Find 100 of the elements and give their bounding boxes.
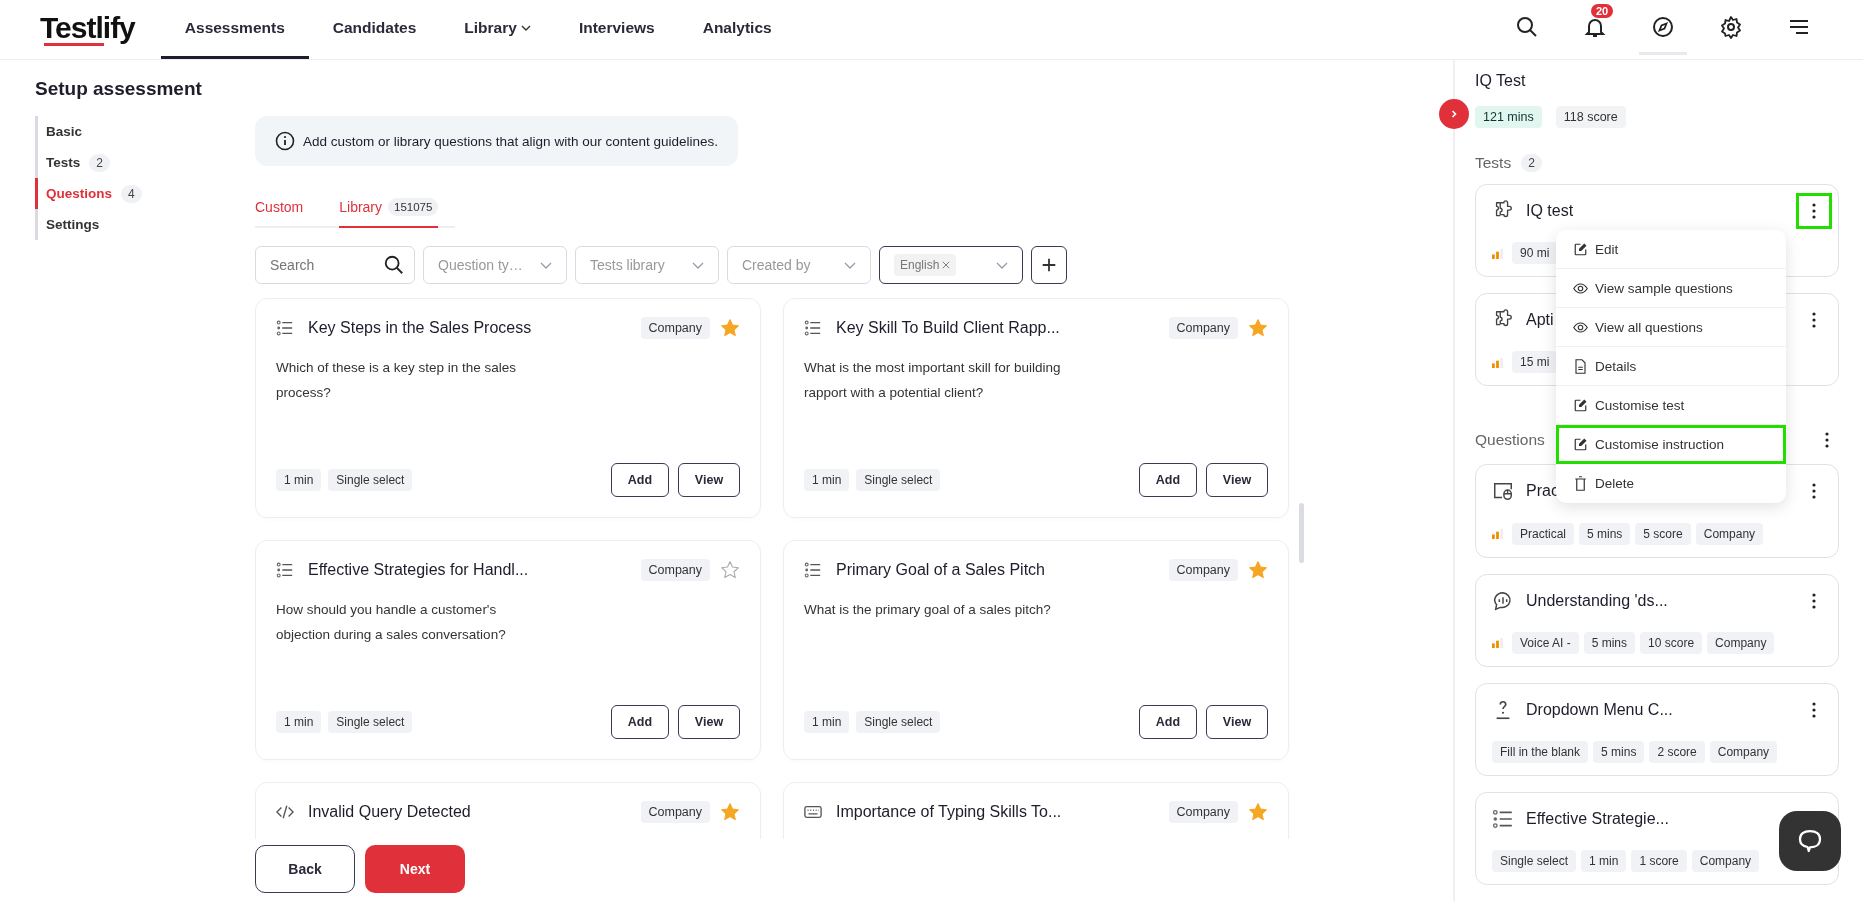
menu-item[interactable]: View sample questions xyxy=(1556,269,1786,308)
scrollbar[interactable] xyxy=(1299,503,1304,563)
kebab-icon xyxy=(1812,701,1816,718)
chip: Fill in the blank xyxy=(1492,740,1589,763)
question-title: Importance of Typing Skills To... xyxy=(836,803,1063,821)
company-tag: Company xyxy=(640,559,710,581)
edit-icon xyxy=(1573,241,1588,257)
chip: Single select xyxy=(856,469,941,491)
document-icon xyxy=(1573,358,1588,374)
chip: 1 min xyxy=(1581,850,1627,873)
chevron-down-icon xyxy=(692,261,704,269)
kebab-icon xyxy=(1812,592,1816,609)
notifications-button[interactable]: 20 xyxy=(1571,4,1619,55)
chip: Practical xyxy=(1512,522,1574,545)
chip: 10 score xyxy=(1640,631,1703,654)
language-tag: English xyxy=(894,254,957,276)
tab[interactable]: Library 151075 xyxy=(339,188,439,228)
kebab-icon xyxy=(1825,432,1829,449)
chevron-down-icon xyxy=(996,261,1008,269)
star-filled-icon[interactable] xyxy=(720,802,740,822)
add-button[interactable]: Add xyxy=(1139,463,1197,497)
add-button[interactable]: Add xyxy=(611,705,669,739)
code-icon xyxy=(276,803,294,821)
question-title: Invalid Query Detected xyxy=(308,803,472,821)
chevron-down-icon xyxy=(844,261,856,269)
chip: 1 min xyxy=(276,711,322,733)
menu-item[interactable]: Customise test xyxy=(1556,386,1786,425)
nav-link[interactable]: Library xyxy=(440,0,555,59)
next-button[interactable]: Next xyxy=(365,845,465,893)
info-text: Add custom or library questions that align with our content guidelines. xyxy=(303,133,718,149)
section-label: Tests xyxy=(1475,154,1512,172)
question-title: Effective Strategie... xyxy=(1526,809,1669,828)
chip: Company xyxy=(1707,631,1775,654)
search-icon xyxy=(1515,14,1539,39)
company-tag: Company xyxy=(1168,317,1238,339)
trash-icon xyxy=(1573,476,1588,491)
nav-link[interactable]: Analytics xyxy=(678,0,796,59)
chip: 1 min xyxy=(804,711,850,733)
question-title: Primary Goal of a Sales Pitch xyxy=(836,561,1046,579)
kebab-icon xyxy=(1812,483,1816,500)
language-dropdown[interactable]: English xyxy=(879,246,1023,284)
question-title: Understanding 'ds... xyxy=(1526,591,1668,610)
chip: Company xyxy=(1709,740,1778,763)
page-title: Setup assessment xyxy=(35,78,203,100)
chip: Company xyxy=(1695,522,1764,545)
star-filled-icon[interactable] xyxy=(1248,560,1268,580)
star-filled-icon[interactable] xyxy=(1248,318,1268,338)
notification-count: 20 xyxy=(1591,4,1614,18)
back-button[interactable]: Back xyxy=(255,845,355,893)
list-icon xyxy=(804,319,822,337)
tab[interactable]: Custom xyxy=(255,188,304,228)
screen-icon xyxy=(1492,480,1514,503)
view-button[interactable]: View xyxy=(678,463,740,497)
settings-icon xyxy=(1719,14,1743,39)
star-filled-icon[interactable] xyxy=(1248,802,1268,822)
question-title: Key Skill To Build Client Rapp... xyxy=(836,319,1061,337)
menu-item[interactable]: Delete xyxy=(1556,464,1786,503)
step-item[interactable]: Settings xyxy=(35,209,255,240)
nav-link[interactable]: Interviews xyxy=(554,0,679,59)
view-button[interactable]: View xyxy=(1206,705,1268,739)
chat-button[interactable] xyxy=(1779,811,1841,871)
logo[interactable]: Testlify xyxy=(40,13,135,46)
collapse-button[interactable] xyxy=(1439,99,1469,129)
add-button[interactable]: Add xyxy=(1139,705,1197,739)
nav-link[interactable]: Assessments xyxy=(160,0,309,59)
nav-link[interactable]: Candidates xyxy=(308,0,441,59)
star-outline-icon[interactable] xyxy=(720,560,740,580)
star-filled-icon[interactable] xyxy=(720,318,740,338)
add-button[interactable]: Add xyxy=(611,463,669,497)
chip: Single select xyxy=(328,469,413,491)
add-button[interactable] xyxy=(1031,246,1067,284)
summary-chip: 121 mins xyxy=(1475,106,1542,128)
tests-count: 2 xyxy=(1521,154,1542,172)
section-label: Questions xyxy=(1475,431,1545,450)
test-title: IQ test xyxy=(1526,202,1574,220)
edit-icon xyxy=(1573,397,1588,413)
list-icon xyxy=(804,561,822,579)
menu-item[interactable]: View all questions xyxy=(1556,308,1786,347)
search-field[interactable]: Search xyxy=(255,246,415,284)
step-count: 4 xyxy=(121,184,142,203)
keyboard-icon xyxy=(804,803,822,821)
company-tag: Company xyxy=(640,317,710,339)
view-button[interactable]: View xyxy=(1206,463,1268,497)
chip: 5 score xyxy=(1635,522,1691,545)
chip: Single select xyxy=(1492,850,1577,873)
step-item[interactable]: Questions 4 xyxy=(35,178,255,209)
question-text: What is the primary goal of a sales pitch? xyxy=(804,601,1052,619)
menu-item[interactable]: Details xyxy=(1556,347,1786,386)
menu-item[interactable]: Customise instruction xyxy=(1556,425,1786,464)
kebab-icon xyxy=(1812,203,1816,219)
chip: 90 mi xyxy=(1512,242,1558,265)
test-title: Apti xyxy=(1526,311,1554,330)
menu-item[interactable]: Edit xyxy=(1556,230,1786,269)
view-button[interactable]: View xyxy=(678,705,740,739)
list-icon xyxy=(1492,807,1514,830)
chip: Single select xyxy=(328,711,413,733)
chip: 5 mins xyxy=(1583,631,1636,654)
more-button[interactable] xyxy=(1796,193,1832,229)
close-icon[interactable] xyxy=(942,261,951,269)
chip: 1 score xyxy=(1631,850,1687,873)
